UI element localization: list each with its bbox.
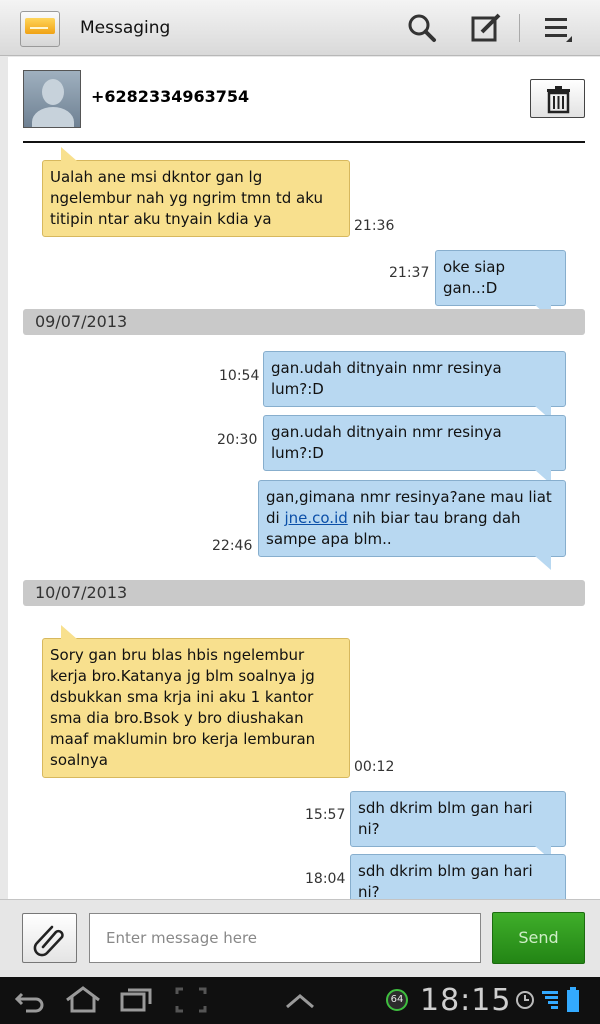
app-title: Messaging [80, 18, 171, 38]
message-input[interactable]: Enter message here [89, 913, 481, 963]
system-bar: 64 18:15 [0, 977, 600, 1024]
conversation-panel[interactable]: +6282334963754 Ualah ane msi dkntor gan … [8, 57, 600, 899]
contact-number: +6282334963754 [91, 87, 250, 106]
message-text: Ualah ane msi dkntor gan lg ngelembur na… [50, 168, 323, 228]
message-text: gan.udah ditnyain nmr resinya lum?:D [271, 423, 502, 462]
date-separator: 10/07/2013 [23, 580, 585, 606]
message-bubble-outgoing[interactable]: gan.udah ditnyain nmr resinya lum?:D [263, 351, 566, 420]
message-bubble-incoming[interactable]: Ualah ane msi dkntor gan lg ngelembur na… [42, 147, 350, 237]
message-link[interactable]: jne.co.id [284, 509, 347, 527]
message-bubble-incoming[interactable]: Sory gan bru blas hbis ngelembur kerja b… [42, 625, 350, 778]
contact-divider [23, 141, 585, 143]
home-icon[interactable] [64, 985, 102, 1019]
message-time: 10:54 [219, 368, 260, 384]
message-time: 18:04 [305, 871, 346, 887]
search-icon[interactable] [402, 8, 442, 48]
message-time: 21:37 [389, 265, 430, 281]
menu-icon[interactable] [538, 8, 578, 48]
send-button[interactable]: Send [492, 912, 585, 964]
screenshot-icon[interactable] [174, 985, 208, 1019]
message-time: 22:46 [212, 538, 253, 554]
message-text: gan.udah ditnyain nmr resinya lum?:D [271, 359, 502, 398]
message-time: 00:12 [354, 759, 395, 775]
recent-apps-icon[interactable] [118, 985, 154, 1019]
message-bubble-outgoing[interactable]: gan.udah ditnyain nmr resinya lum?:D [263, 415, 566, 484]
message-bubble-outgoing[interactable]: oke siap gan..:D [435, 250, 566, 319]
action-bar: Messaging [0, 0, 600, 56]
date-separator: 09/07/2013 [23, 309, 585, 335]
message-time: 15:57 [305, 807, 346, 823]
message-time: 21:36 [354, 218, 395, 234]
paperclip-icon [33, 925, 64, 957]
message-bubble-outgoing[interactable]: sdh dkrim blm gan hari ni? [350, 854, 566, 899]
compose-bar: Enter message here Send [0, 899, 600, 977]
contact-header: +6282334963754 [8, 57, 600, 143]
status-time: 18:15 [420, 983, 512, 1018]
attach-button[interactable] [22, 913, 77, 963]
delete-button[interactable] [530, 79, 585, 118]
alarm-icon [514, 987, 536, 1015]
battery-icon [566, 987, 580, 1017]
message-bubble-outgoing[interactable]: gan,gimana nmr resinya?ane mau liat di j… [258, 480, 566, 570]
message-text: sdh dkrim blm gan hari ni? [358, 799, 533, 838]
messaging-envelope-icon[interactable] [20, 11, 60, 47]
message-text: oke siap gan..:D [443, 258, 506, 297]
message-text: Sory gan bru blas hbis ngelembur kerja b… [50, 646, 316, 769]
action-separator [519, 14, 520, 42]
trash-icon [547, 86, 570, 114]
notification-badge[interactable]: 64 [386, 989, 408, 1011]
compose-icon[interactable] [466, 8, 506, 48]
message-bubble-outgoing[interactable]: sdh dkrim blm gan hari ni? [350, 791, 566, 860]
back-icon[interactable] [14, 985, 46, 1019]
chevron-up-icon[interactable] [284, 985, 316, 1019]
message-time: 20:30 [217, 432, 258, 448]
message-text: sdh dkrim blm gan hari ni? [358, 862, 533, 899]
avatar[interactable] [23, 70, 81, 128]
signal-icon [542, 989, 560, 1015]
